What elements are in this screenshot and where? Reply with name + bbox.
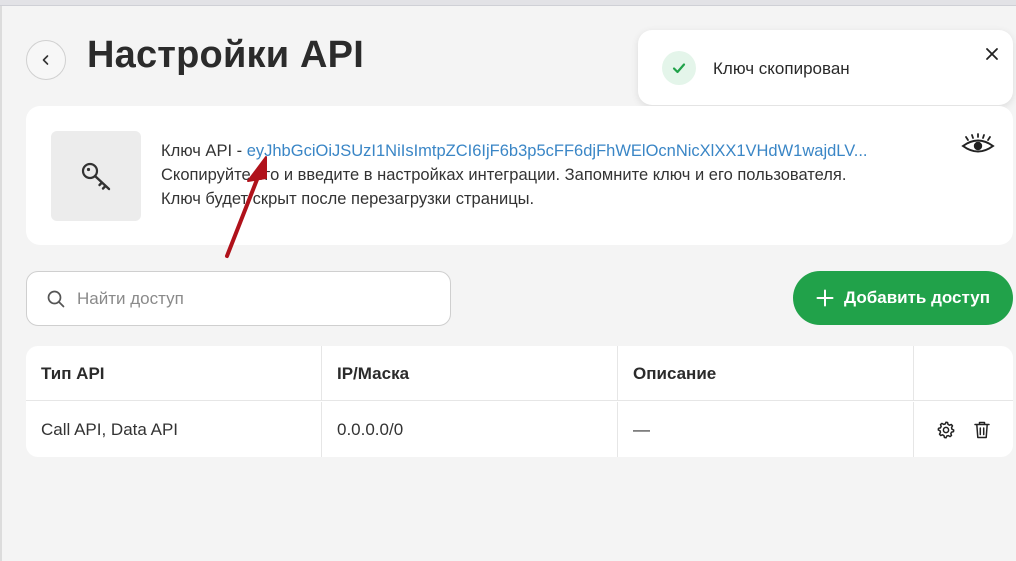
chevron-left-icon	[42, 55, 49, 65]
row-settings-button[interactable]	[935, 419, 957, 441]
eye-icon	[961, 133, 995, 153]
api-key-card: Ключ API - eyJhbGciOiJSUzI1NiIsImtpZCI6I…	[26, 106, 1013, 245]
plus-icon	[816, 289, 834, 307]
table-row: Call API, Data API 0.0.0.0/0 —	[26, 402, 1013, 457]
cell-description: —	[618, 402, 914, 457]
key-tile	[51, 131, 141, 221]
add-access-label: Добавить доступ	[844, 288, 990, 307]
row-delete-button[interactable]	[971, 419, 993, 441]
api-key-value[interactable]: eyJhbGciOiJSUzI1NiIsImtpZCI6IjF6b3p5cFF6…	[247, 142, 868, 160]
close-icon	[986, 48, 998, 60]
trash-icon	[973, 421, 990, 438]
api-key-info: Ключ API - eyJhbGciOiJSUzI1NiIsImtpZCI6I…	[161, 139, 868, 211]
api-key-instruction: Скопируйте его и введите в настройках ин…	[161, 166, 847, 184]
add-access-button[interactable]: Добавить доступ	[793, 271, 1013, 325]
page-title: Настройки API	[87, 34, 364, 76]
api-key-note: Ключ будет скрыт после перезагрузки стра…	[161, 190, 535, 208]
search-field[interactable]	[26, 271, 451, 326]
cell-actions	[914, 402, 1013, 457]
table-header-row: Тип API IP/Маска Описание	[26, 346, 1013, 401]
cell-ip-mask: 0.0.0.0/0	[322, 402, 618, 457]
column-header-actions	[914, 346, 1013, 401]
gear-icon	[937, 420, 954, 439]
cell-api-type: Call API, Data API	[26, 402, 322, 457]
toast-status	[662, 51, 696, 85]
toast-close-button[interactable]	[982, 44, 1002, 64]
column-header-api-type: Тип API	[26, 346, 322, 401]
access-table: Тип API IP/Маска Описание Call API, Data…	[26, 346, 1013, 457]
toast-message: Ключ скопирован	[713, 59, 850, 78]
search-input[interactable]	[77, 280, 437, 318]
column-header-description: Описание	[618, 346, 914, 401]
toast-notification: Ключ скопирован	[638, 30, 1013, 105]
toggle-key-visibility-button[interactable]	[960, 132, 996, 160]
back-button[interactable]	[26, 40, 66, 80]
check-icon	[672, 63, 686, 74]
search-icon	[47, 290, 65, 308]
api-key-label: Ключ API -	[161, 142, 247, 160]
window-left-edge	[0, 6, 2, 561]
api-key-line: Ключ API - eyJhbGciOiJSUzI1NiIsImtpZCI6I…	[161, 139, 868, 163]
column-header-ip-mask: IP/Маска	[322, 346, 618, 401]
browser-top-edge	[0, 0, 1016, 6]
key-icon	[81, 162, 111, 191]
